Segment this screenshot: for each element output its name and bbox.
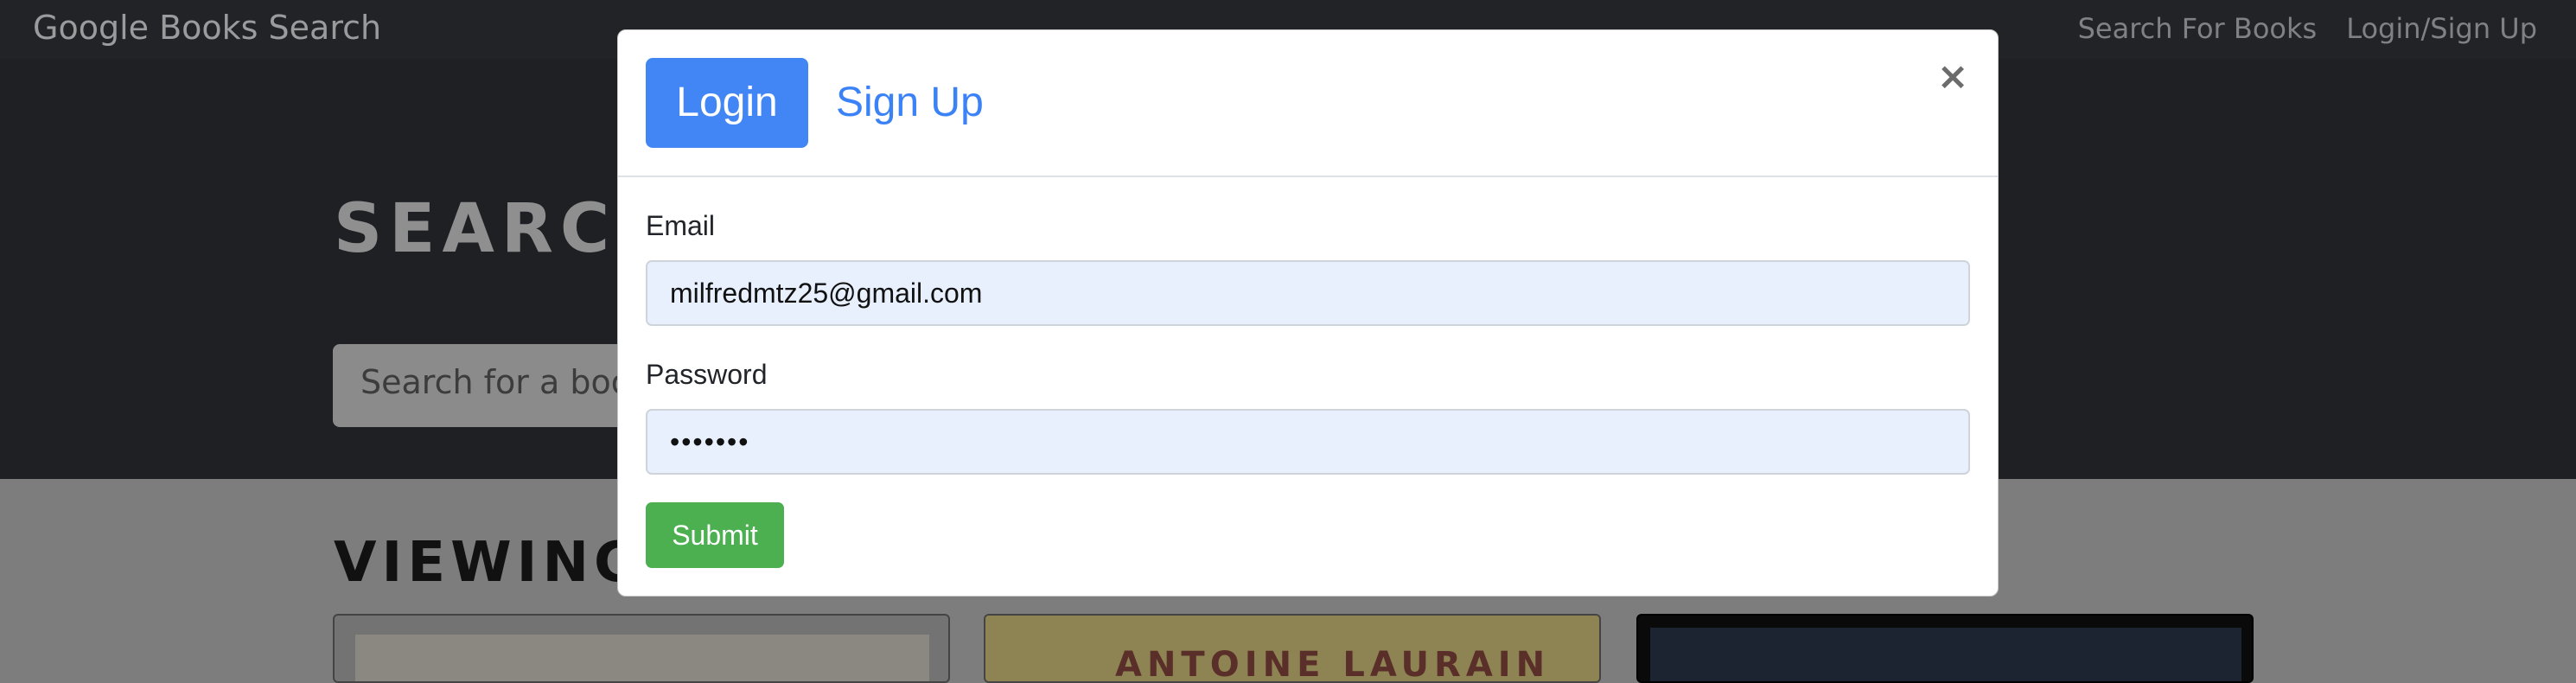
modal-header: Login Sign Up ×	[618, 30, 1998, 177]
email-field[interactable]: milfredmtz25@gmail.com	[646, 260, 1970, 326]
hero-title: SEARCH FOR BOOKS!	[334, 190, 619, 268]
nav-link-login-signup[interactable]: Login/Sign Up	[2346, 12, 2537, 45]
login-modal: Login Sign Up × Email milfredmtz25@gmail…	[617, 29, 1999, 597]
password-field[interactable]: •••••••	[646, 409, 1970, 475]
book-cover-image	[1650, 628, 2241, 681]
submit-button[interactable]: Submit	[646, 502, 784, 568]
tab-login[interactable]: Login	[646, 58, 808, 148]
email-label: Email	[646, 210, 716, 241]
tab-signup[interactable]: Sign Up	[836, 58, 984, 148]
book-card[interactable]	[333, 614, 950, 683]
brand-title[interactable]: Google Books Search	[33, 9, 381, 47]
password-label: Password	[646, 359, 768, 390]
close-icon[interactable]: ×	[1935, 58, 1970, 96]
book-card[interactable]	[1636, 614, 2254, 683]
results-title: VIEWING RESULTS:	[334, 531, 619, 595]
nav-link-search[interactable]: Search For Books	[2078, 12, 2318, 45]
nav-links: Search For Books Login/Sign Up	[2078, 12, 2537, 45]
book-cover-text: ANTOINE LAURAIN	[1115, 645, 1551, 683]
book-card[interactable]: ANTOINE LAURAIN	[984, 614, 1601, 683]
book-cover-image	[355, 635, 929, 681]
